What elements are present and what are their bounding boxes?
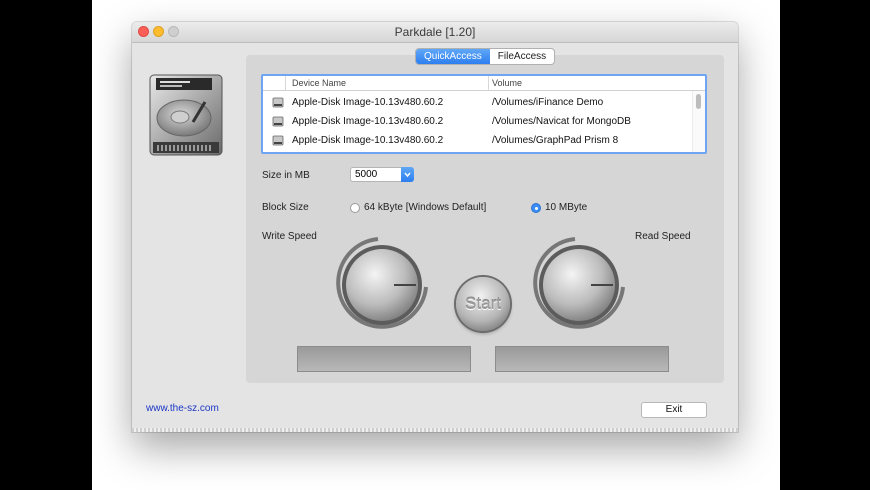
app-window: Parkdale [1.20] QuickAccess FileAccess D…: [132, 22, 738, 432]
block-size-10mb-label[interactable]: 10 MByte: [545, 202, 587, 213]
chevron-down-icon[interactable]: [401, 167, 414, 182]
website-link[interactable]: www.the-sz.com: [146, 403, 219, 414]
table-header: Device Name Volume: [263, 76, 705, 91]
hard-disk-icon: [147, 72, 225, 158]
window-title: Parkdale [1.20]: [394, 25, 476, 39]
device-table[interactable]: Device Name Volume Apple-Disk Image-10.1…: [261, 74, 707, 154]
size-value: 5000: [355, 169, 378, 180]
start-button[interactable]: Start: [456, 277, 510, 331]
write-speed-gauge: [334, 235, 430, 336]
device-name: Apple-Disk Image-10.13v480.60.2: [292, 97, 444, 108]
write-speed-label: Write Speed: [262, 231, 317, 242]
device-volume: /Volumes/Navicat for MongoDB: [492, 116, 631, 127]
table-scrollbar[interactable]: [692, 91, 705, 152]
table-row[interactable]: Apple-Disk Image-10.13v480.60.2 /Volumes…: [263, 112, 691, 131]
drive-row-icon: [272, 116, 284, 127]
title-bar: Parkdale [1.20]: [132, 22, 738, 43]
drive-row-icon: [272, 135, 284, 146]
device-volume: /Volumes/iFinance Demo: [492, 97, 604, 108]
exit-button[interactable]: Exit: [641, 402, 707, 418]
block-size-64k-label[interactable]: 64 kByte [Windows Default]: [364, 202, 486, 213]
device-name: Apple-Disk Image-10.13v480.60.2: [292, 135, 444, 146]
table-row[interactable]: Apple-Disk Image-10.13v480.60.2 /Volumes…: [263, 93, 691, 112]
block-size-64k-radio[interactable]: [350, 203, 360, 213]
tab-fileaccess[interactable]: FileAccess: [490, 49, 554, 64]
scrollbar-thumb[interactable]: [696, 94, 701, 109]
block-size-label: Block Size: [262, 202, 309, 213]
size-select[interactable]: 5000: [350, 167, 414, 182]
tab-bar: QuickAccess FileAccess: [415, 48, 556, 65]
tab-quickaccess[interactable]: QuickAccess: [416, 49, 490, 64]
column-volume[interactable]: Volume: [492, 78, 522, 88]
block-size-10mb-radio[interactable]: [531, 203, 541, 213]
write-speed-display: [297, 346, 471, 372]
read-speed-display: [495, 346, 669, 372]
device-name: Apple-Disk Image-10.13v480.60.2: [292, 116, 444, 127]
window-bottom-edge: [132, 428, 738, 432]
read-speed-label: Read Speed: [635, 231, 691, 242]
column-device-name[interactable]: Device Name: [292, 78, 346, 88]
table-row[interactable]: Apple-Disk Image-10.13v480.60.2 /Volumes…: [263, 131, 691, 150]
device-volume: /Volumes/GraphPad Prism 8: [492, 135, 619, 146]
read-speed-gauge: [531, 235, 627, 336]
drive-row-icon: [272, 97, 284, 108]
size-label: Size in MB: [262, 170, 310, 181]
